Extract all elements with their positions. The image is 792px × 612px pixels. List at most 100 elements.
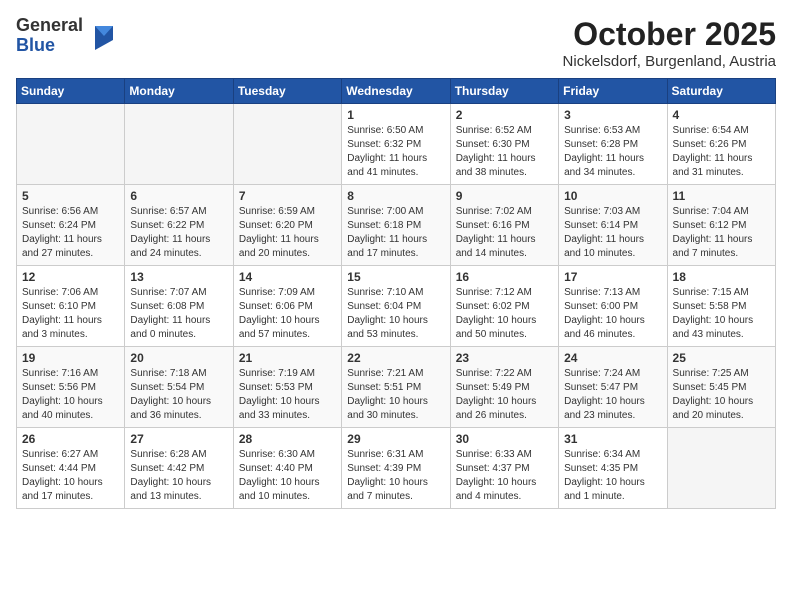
calendar-cell: 10 Sunrise: 7:03 AM Sunset: 6:14 PM Dayli…	[559, 185, 667, 266]
day-number: 10	[564, 189, 661, 203]
logo-icon	[85, 22, 113, 50]
day-number: 27	[130, 432, 227, 446]
calendar-cell: 27 Sunrise: 6:28 AM Sunset: 4:42 PM Dayli…	[125, 428, 233, 509]
day-info: Sunrise: 7:15 AM Sunset: 5:58 PM Dayligh…	[673, 286, 770, 342]
day-info: Sunrise: 7:16 AM Sunset: 5:56 PM Dayligh…	[22, 367, 119, 423]
day-number: 12	[22, 270, 119, 284]
day-number: 15	[347, 270, 444, 284]
day-info: Sunrise: 7:06 AM Sunset: 6:10 PM Dayligh…	[22, 286, 119, 342]
calendar-cell: 7Sunrise: 6:59 AM Sunset: 6:20 PM Daylig…	[233, 185, 341, 266]
day-info: Sunrise: 7:13 AM Sunset: 6:00 PM Dayligh…	[564, 286, 661, 342]
day-info: Sunrise: 7:25 AM Sunset: 5:45 PM Dayligh…	[673, 367, 770, 423]
calendar-cell: 31 Sunrise: 6:34 AM Sunset: 4:35 PM Dayli…	[559, 428, 667, 509]
day-info: Sunrise: 6:52 AM Sunset: 6:30 PM Dayligh…	[456, 124, 553, 180]
day-info: Sunrise: 7:12 AM Sunset: 6:02 PM Dayligh…	[456, 286, 553, 342]
day-info: Sunrise: 6:31 AM Sunset: 4:39 PM Dayligh…	[347, 448, 444, 504]
day-number: 13	[130, 270, 227, 284]
day-number: 6	[130, 189, 227, 203]
week-row-3: 12 Sunrise: 7:06 AM Sunset: 6:10 PM Dayli…	[17, 266, 776, 347]
day-number: 20	[130, 351, 227, 365]
weekday-header-friday: Friday	[559, 79, 667, 104]
calendar-cell: 9 Sunrise: 7:02 AM Sunset: 6:16 PM Daylig…	[450, 185, 558, 266]
weekday-header-monday: Monday	[125, 79, 233, 104]
day-number: 11	[673, 189, 770, 203]
logo: General Blue	[16, 16, 113, 56]
day-number: 4	[673, 108, 770, 122]
calendar-cell: 24 Sunrise: 7:24 AM Sunset: 5:47 PM Dayli…	[559, 347, 667, 428]
day-number: 8	[347, 189, 444, 203]
day-info: Sunrise: 7:03 AM Sunset: 6:14 PM Dayligh…	[564, 205, 661, 261]
day-info: Sunrise: 7:02 AM Sunset: 6:16 PM Dayligh…	[456, 205, 553, 261]
day-info: Sunrise: 6:30 AM Sunset: 4:40 PM Dayligh…	[239, 448, 336, 504]
calendar-cell: 23 Sunrise: 7:22 AM Sunset: 5:49 PM Dayli…	[450, 347, 558, 428]
calendar-cell	[667, 428, 775, 509]
calendar-cell: 18 Sunrise: 7:15 AM Sunset: 5:58 PM Dayli…	[667, 266, 775, 347]
day-info: Sunrise: 6:56 AM Sunset: 6:24 PM Dayligh…	[22, 205, 119, 261]
location-text: Nickelsdorf, Burgenland, Austria	[563, 53, 776, 70]
day-number: 24	[564, 351, 661, 365]
logo-blue-text: Blue	[16, 35, 55, 55]
day-info: Sunrise: 7:19 AM Sunset: 5:53 PM Dayligh…	[239, 367, 336, 423]
title-block: October 2025 Nickelsdorf, Burgenland, Au…	[563, 16, 776, 70]
day-info: Sunrise: 6:28 AM Sunset: 4:42 PM Dayligh…	[130, 448, 227, 504]
day-number: 14	[239, 270, 336, 284]
page-header: General Blue October 2025 Nickelsdorf, B…	[16, 16, 776, 70]
day-number: 17	[564, 270, 661, 284]
day-info: Sunrise: 6:53 AM Sunset: 6:28 PM Dayligh…	[564, 124, 661, 180]
calendar-cell: 12 Sunrise: 7:06 AM Sunset: 6:10 PM Dayli…	[17, 266, 125, 347]
calendar-cell: 15 Sunrise: 7:10 AM Sunset: 6:04 PM Dayli…	[342, 266, 450, 347]
day-number: 16	[456, 270, 553, 284]
day-number: 23	[456, 351, 553, 365]
calendar-cell: 4 Sunrise: 6:54 AM Sunset: 6:26 PM Daylig…	[667, 104, 775, 185]
calendar-cell: 5 Sunrise: 6:56 AM Sunset: 6:24 PM Daylig…	[17, 185, 125, 266]
month-title: October 2025	[563, 16, 776, 53]
day-info: Sunrise: 6:54 AM Sunset: 6:26 PM Dayligh…	[673, 124, 770, 180]
calendar-cell: 28 Sunrise: 6:30 AM Sunset: 4:40 PM Dayli…	[233, 428, 341, 509]
calendar-cell: 20Sunrise: 7:18 AM Sunset: 5:54 PM Dayli…	[125, 347, 233, 428]
day-number: 5	[22, 189, 119, 203]
day-number: 22	[347, 351, 444, 365]
day-info: Sunrise: 7:24 AM Sunset: 5:47 PM Dayligh…	[564, 367, 661, 423]
day-info: Sunrise: 7:07 AM Sunset: 6:08 PM Dayligh…	[130, 286, 227, 342]
day-info: Sunrise: 6:27 AM Sunset: 4:44 PM Dayligh…	[22, 448, 119, 504]
calendar-cell: 19 Sunrise: 7:16 AM Sunset: 5:56 PM Dayli…	[17, 347, 125, 428]
day-info: Sunrise: 7:04 AM Sunset: 6:12 PM Dayligh…	[673, 205, 770, 261]
day-info: Sunrise: 6:33 AM Sunset: 4:37 PM Dayligh…	[456, 448, 553, 504]
calendar-cell: 1Sunrise: 6:50 AM Sunset: 6:32 PM Daylig…	[342, 104, 450, 185]
calendar-table: SundayMondayTuesdayWednesdayThursdayFrid…	[16, 78, 776, 509]
calendar-cell	[125, 104, 233, 185]
week-row-4: 19 Sunrise: 7:16 AM Sunset: 5:56 PM Dayli…	[17, 347, 776, 428]
day-info: Sunrise: 7:10 AM Sunset: 6:04 PM Dayligh…	[347, 286, 444, 342]
calendar-cell: 13 Sunrise: 7:07 AM Sunset: 6:08 PM Dayli…	[125, 266, 233, 347]
calendar-cell: 22 Sunrise: 7:21 AM Sunset: 5:51 PM Dayli…	[342, 347, 450, 428]
calendar-cell: 25Sunrise: 7:25 AM Sunset: 5:45 PM Dayli…	[667, 347, 775, 428]
day-number: 9	[456, 189, 553, 203]
weekday-header-tuesday: Tuesday	[233, 79, 341, 104]
day-info: Sunrise: 7:09 AM Sunset: 6:06 PM Dayligh…	[239, 286, 336, 342]
day-number: 31	[564, 432, 661, 446]
calendar-cell	[233, 104, 341, 185]
logo-general-text: General	[16, 15, 83, 35]
day-info: Sunrise: 7:21 AM Sunset: 5:51 PM Dayligh…	[347, 367, 444, 423]
day-number: 21	[239, 351, 336, 365]
weekday-header-wednesday: Wednesday	[342, 79, 450, 104]
day-info: Sunrise: 6:34 AM Sunset: 4:35 PM Dayligh…	[564, 448, 661, 504]
calendar-cell: 14 Sunrise: 7:09 AM Sunset: 6:06 PM Dayli…	[233, 266, 341, 347]
day-number: 7	[239, 189, 336, 203]
day-info: Sunrise: 6:50 AM Sunset: 6:32 PM Dayligh…	[347, 124, 444, 180]
day-number: 3	[564, 108, 661, 122]
calendar-cell: 17 Sunrise: 7:13 AM Sunset: 6:00 PM Dayli…	[559, 266, 667, 347]
day-number: 2	[456, 108, 553, 122]
calendar-cell: 29Sunrise: 6:31 AM Sunset: 4:39 PM Dayli…	[342, 428, 450, 509]
day-info: Sunrise: 7:22 AM Sunset: 5:49 PM Dayligh…	[456, 367, 553, 423]
calendar-cell: 11 Sunrise: 7:04 AM Sunset: 6:12 PM Dayli…	[667, 185, 775, 266]
day-number: 28	[239, 432, 336, 446]
week-row-5: 26Sunrise: 6:27 AM Sunset: 4:44 PM Dayli…	[17, 428, 776, 509]
day-number: 30	[456, 432, 553, 446]
calendar-cell: 2 Sunrise: 6:52 AM Sunset: 6:30 PM Daylig…	[450, 104, 558, 185]
day-number: 18	[673, 270, 770, 284]
calendar-cell: 8Sunrise: 7:00 AM Sunset: 6:18 PM Daylig…	[342, 185, 450, 266]
week-row-1: 1Sunrise: 6:50 AM Sunset: 6:32 PM Daylig…	[17, 104, 776, 185]
day-number: 19	[22, 351, 119, 365]
calendar-cell: 6Sunrise: 6:57 AM Sunset: 6:22 PM Daylig…	[125, 185, 233, 266]
